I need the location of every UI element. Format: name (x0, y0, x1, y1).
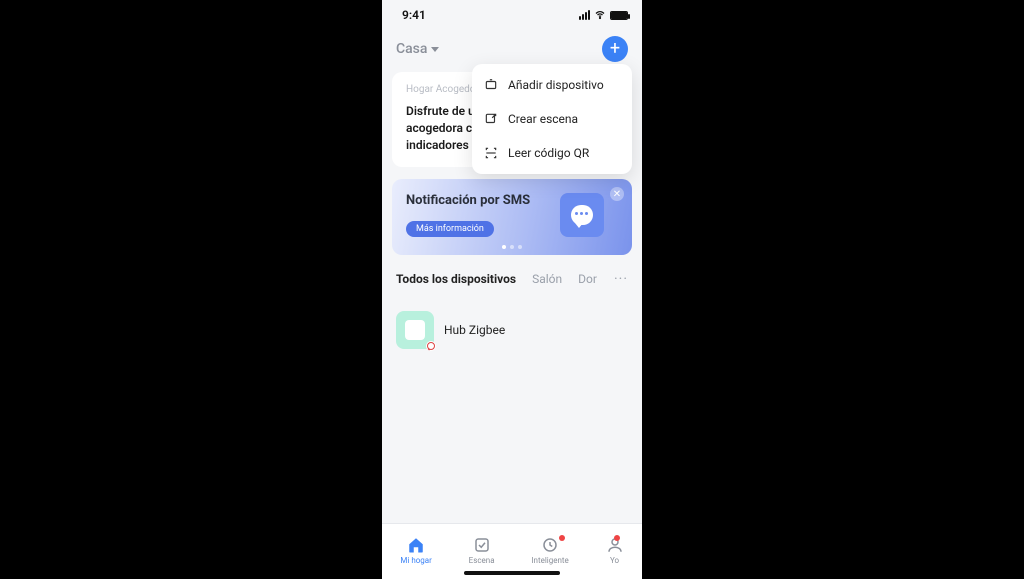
device-name: Hub Zigbee (444, 323, 505, 337)
close-icon: ✕ (613, 189, 621, 200)
menu-item-label: Crear escena (508, 112, 578, 126)
notification-dot-icon (614, 535, 620, 541)
home-indicator (464, 571, 560, 575)
banner-more-button[interactable]: Más información (406, 221, 494, 237)
tab-label: Mi hogar (400, 556, 431, 565)
tab-label: Inteligente (531, 556, 568, 565)
tab-all-devices[interactable]: Todos los dispositivos (396, 272, 516, 286)
status-time: 9:41 (402, 8, 426, 22)
create-scene-icon (484, 112, 498, 126)
menu-item-label: Añadir dispositivo (508, 78, 604, 92)
tab-smart[interactable]: Inteligente (531, 536, 568, 565)
menu-add-device[interactable]: Añadir dispositivo (472, 68, 632, 102)
qr-scan-icon (484, 146, 498, 160)
sms-banner[interactable]: ✕ Notificación por SMS Más información (392, 179, 632, 255)
tabs-more-button[interactable]: ··· (614, 271, 628, 287)
menu-item-label: Leer código QR (508, 146, 589, 160)
home-icon (407, 536, 425, 554)
cellular-signal-icon (579, 10, 590, 20)
add-button[interactable]: + (602, 36, 628, 62)
device-tabs: Todos los dispositivos Salón Dor ··· (392, 269, 632, 297)
device-list-item[interactable]: Hub Zigbee (392, 305, 632, 355)
tab-scene[interactable]: Escena (469, 536, 495, 565)
menu-scan-qr[interactable]: Leer código QR (472, 136, 632, 170)
banner-page-dots (502, 245, 522, 249)
phone-frame: 9:41 Casa + Hogar Acogedor Disfrute de u… (382, 0, 642, 579)
notification-dot-icon (559, 535, 565, 541)
scene-icon (473, 536, 491, 554)
tab-me[interactable]: Yo (606, 536, 624, 565)
banner-close-button[interactable]: ✕ (610, 187, 624, 201)
offline-badge-icon (426, 341, 436, 351)
tab-label: Yo (610, 556, 619, 565)
plus-icon: + (610, 40, 620, 58)
tab-room-salon[interactable]: Salón (532, 272, 562, 286)
status-indicators (579, 9, 628, 21)
speech-bubble-icon (560, 193, 604, 237)
home-selector-label: Casa (396, 41, 427, 57)
device-icon (396, 311, 434, 349)
chevron-down-icon (431, 47, 439, 52)
tab-room-dor[interactable]: Dor (578, 272, 597, 286)
add-dropdown-menu: Añadir dispositivo Crear escena Leer cód… (472, 64, 632, 174)
tab-label: Escena (469, 556, 495, 565)
wifi-icon (594, 9, 606, 21)
add-device-icon (484, 78, 498, 92)
menu-create-scene[interactable]: Crear escena (472, 102, 632, 136)
home-selector[interactable]: Casa (396, 41, 439, 57)
tab-home[interactable]: Mi hogar (400, 536, 431, 565)
status-bar: 9:41 (382, 0, 642, 30)
battery-icon (610, 11, 628, 20)
smart-icon (541, 536, 559, 554)
